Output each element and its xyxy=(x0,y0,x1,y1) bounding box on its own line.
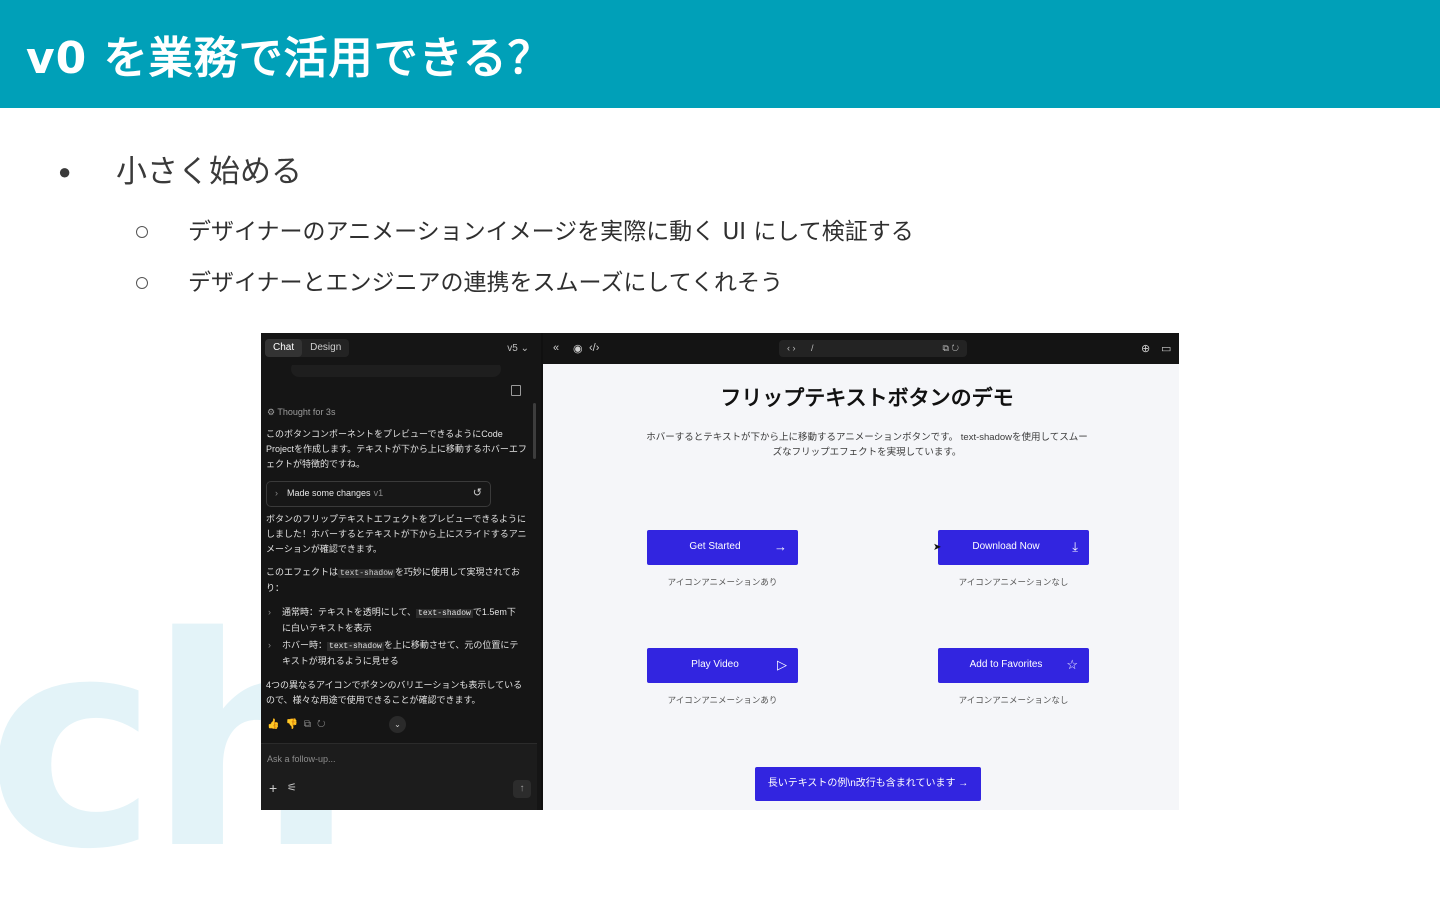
url-text: / xyxy=(811,343,814,353)
long-text-button[interactable]: 長いテキストの例\n改行も含まれています → xyxy=(755,767,981,801)
button-caption: アイコンアニメーションなし xyxy=(958,695,1069,705)
tab-design[interactable]: Design xyxy=(302,339,349,357)
sub-bullet-text: デザイナーとエンジニアの連携をスムーズにしてくれそう xyxy=(188,270,784,296)
retry-icon[interactable]: ↻ xyxy=(317,719,331,730)
slide-title: v0 を業務で活用できる？ xyxy=(26,33,553,84)
back-forward-icon[interactable]: ‹ › xyxy=(787,343,796,353)
send-arrow-icon[interactable]: ↑ xyxy=(513,780,531,798)
thumbs-up-icon[interactable]: 👍 xyxy=(267,719,285,730)
download-icon: ⤓ xyxy=(1072,539,1078,554)
undo-icon[interactable]: ↺ xyxy=(473,486,482,499)
hollow-bullet-icon xyxy=(136,277,148,289)
follow-up-input[interactable]: Ask a follow-up... + ⚟ ↑ xyxy=(261,743,537,810)
star-icon: ☆ xyxy=(1066,657,1078,672)
bullet-main-text: 小さく始める xyxy=(116,154,302,190)
url-bar[interactable]: ‹ › / ⧉ ↻ xyxy=(779,340,967,357)
input-placeholder: Ask a follow-up... xyxy=(267,754,336,764)
copy-icon[interactable]: ⧉ xyxy=(304,719,317,730)
open-refresh-icon[interactable]: ⧉ ↻ xyxy=(942,343,959,354)
button-caption: アイコンアニメーションあり xyxy=(667,577,778,587)
version-select[interactable]: v5 ⌄ xyxy=(507,343,529,354)
get-started-button[interactable]: Get Started → xyxy=(647,530,798,565)
arrow-right-icon: → xyxy=(774,539,787,554)
chat-design-toggle: Chat Design xyxy=(265,339,350,357)
thought-indicator[interactable]: ⚙ Thought for 3s xyxy=(267,407,335,418)
sub-bullet-text: デザイナーのアニメーションイメージを実際に動く UI にして検証する xyxy=(188,219,914,245)
hollow-bullet-icon xyxy=(136,226,148,238)
list-item: › ホバー時： text-shadow を上に移動させて、元の位置にテキストが現れるよ… xyxy=(268,640,519,666)
chat-panel: Chat Design v5 ⌄ ⚙ Thought for 3s このボタンコ… xyxy=(261,333,541,810)
target-icon[interactable]: ⊕ xyxy=(1141,342,1150,355)
play-video-button[interactable]: Play Video ▷ xyxy=(647,648,798,683)
assistant-message: このボタンコンポーネントをプレビューできるようにCode Projectを作成し… xyxy=(266,429,527,469)
assistant-message: このエフェクトは text-shadow を巧妙に使用して実現されており： xyxy=(266,567,521,593)
button-caption: アイコンアニメーションなし xyxy=(958,577,1069,587)
assistant-message: ボタンのフリップテキストエフェクトをプレビューできるようにしました！ホバーすると… xyxy=(266,514,527,554)
thought-text: Thought for 3s xyxy=(277,407,336,417)
preview-description: ホバーするとテキストが下から上に移動するアニメーションボタンです。 text-s… xyxy=(646,432,1088,458)
panel-icon[interactable]: ▭ xyxy=(1161,342,1171,355)
preview-title: フリップテキストボタンのデモ xyxy=(720,386,1014,410)
assistant-message: 4つの異なるアイコンでボタンのバリエーションも表示しているので、様々な用途で使用… xyxy=(266,680,523,705)
copy-icon[interactable] xyxy=(511,385,521,396)
chevron-right-icon: › xyxy=(275,488,278,498)
chat-topbar: Chat Design v5 ⌄ xyxy=(261,333,541,365)
tab-chat[interactable]: Chat xyxy=(265,339,303,357)
changes-card[interactable]: › Made some changes v1 ↺ xyxy=(266,481,491,507)
bullet-dot-icon: ● xyxy=(58,159,72,184)
slide-header: v0 を業務で活用できる？ xyxy=(0,0,1440,108)
preview-area: フリップテキストボタンのデモ ホバーするとテキストが下から上に移動するアニメーシ… xyxy=(543,364,1179,810)
settings-sliders-icon[interactable]: ⚟ xyxy=(287,781,297,794)
collapse-icon[interactable]: « xyxy=(553,342,559,354)
play-icon: ▷ xyxy=(777,657,787,672)
thumbs-down-icon[interactable]: 👎 xyxy=(285,719,303,730)
code-icon[interactable]: ‹/› xyxy=(589,342,599,354)
eye-icon[interactable]: ◉ xyxy=(573,342,583,355)
chat-scrollbar[interactable] xyxy=(533,403,536,459)
add-to-favorites-button[interactable]: Add to Favorites ☆ xyxy=(938,648,1089,683)
message-actions: 👍👎⧉↻ xyxy=(267,719,331,730)
scroll-down-icon[interactable]: ⌄ xyxy=(389,716,406,733)
mouse-cursor-icon: ➤ xyxy=(933,542,942,553)
list-item: › 通常時：テキストを透明にして、 text-shadow で1.5em下に白いテキス… xyxy=(268,607,516,633)
plus-icon[interactable]: + xyxy=(269,780,277,796)
download-now-button[interactable]: Download Now ⤓ xyxy=(938,530,1089,565)
v0-screenshot: Chat Design v5 ⌄ ⚙ Thought for 3s このボタンコ… xyxy=(261,333,1179,810)
preview-toolbar: « ◉ ‹/› ‹ › / ⧉ ↻ ⊕ ▭ xyxy=(543,333,1179,365)
changes-label: Made some changes v1 xyxy=(287,488,384,498)
button-caption: アイコンアニメーションあり xyxy=(667,695,778,705)
